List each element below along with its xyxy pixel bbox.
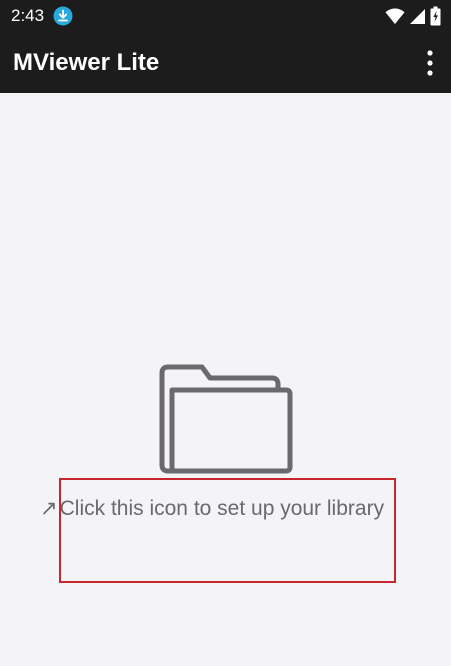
highlight-box (59, 478, 396, 583)
status-bar: 2:43 (0, 0, 451, 32)
more-vert-icon[interactable] (423, 48, 437, 78)
download-icon (53, 6, 73, 26)
app-bar: MViewer Lite (0, 32, 451, 93)
wifi-icon (385, 7, 405, 24)
cellular-icon (410, 8, 425, 24)
app-title: MViewer Lite (13, 49, 160, 76)
status-icons (385, 6, 441, 26)
battery-icon (430, 6, 441, 26)
arrow-up-right-icon: ↗ (40, 497, 58, 520)
folder-icon (159, 364, 293, 474)
status-time: 2:43 (11, 6, 45, 25)
